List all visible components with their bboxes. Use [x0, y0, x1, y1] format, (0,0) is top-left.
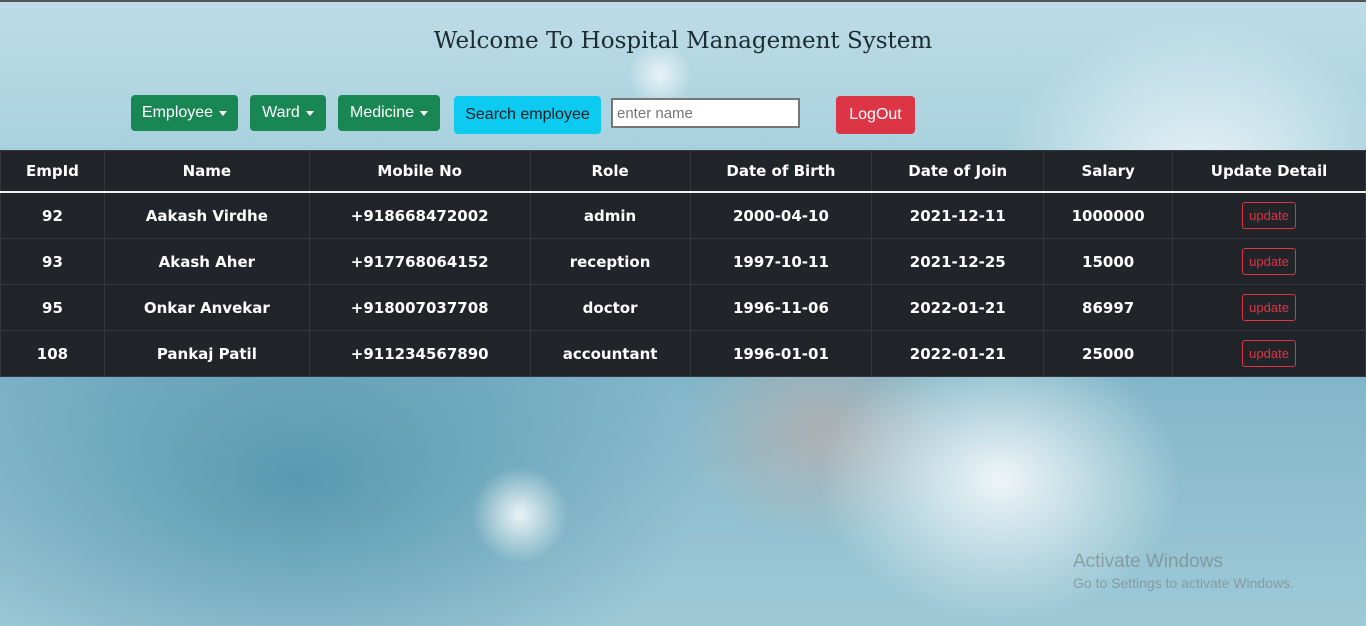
cell-dob: 2000-04-10 — [689, 191, 873, 239]
cell-role: doctor — [529, 284, 691, 331]
table-header-row: EmpId Name Mobile No Role Date of Birth … — [0, 150, 1366, 193]
col-header-empid: EmpId — [0, 150, 105, 193]
cell-doj: 2022-01-21 — [871, 284, 1045, 331]
col-header-role: Role — [529, 150, 691, 193]
cell-update: update — [1172, 191, 1366, 239]
cell-name: Akash Aher — [103, 238, 310, 285]
search-employee-button[interactable]: Search employee — [454, 96, 601, 134]
cell-doj: 2021-12-25 — [871, 238, 1045, 285]
cell-salary: 15000 — [1043, 238, 1174, 285]
update-button[interactable]: update — [1242, 340, 1296, 367]
cell-name: Pankaj Patil — [103, 330, 310, 377]
col-header-name: Name — [103, 150, 310, 193]
caret-down-icon — [219, 110, 228, 116]
cell-dob: 1996-01-01 — [689, 330, 873, 377]
window-top-border — [0, 0, 1366, 2]
medicine-dropdown-label: Medicine — [349, 104, 415, 121]
cell-empid: 93 — [0, 238, 105, 285]
cell-empid: 92 — [0, 191, 105, 239]
col-header-doj: Date of Join — [871, 150, 1045, 193]
col-header-dob: Date of Birth — [689, 150, 873, 193]
update-button[interactable]: update — [1242, 294, 1296, 321]
ward-dropdown-button[interactable]: Ward — [250, 95, 326, 131]
ward-dropdown-label: Ward — [262, 104, 300, 121]
cell-mobile: +917768064152 — [308, 238, 531, 285]
cell-name: Aakash Virdhe — [103, 191, 310, 239]
col-header-mobile: Mobile No — [308, 150, 531, 193]
update-button[interactable]: update — [1242, 248, 1296, 275]
cell-role: admin — [529, 191, 691, 239]
cell-role: reception — [529, 238, 691, 285]
cell-name: Onkar Anvekar — [103, 284, 310, 331]
cell-update: update — [1172, 330, 1366, 377]
caret-down-icon — [305, 110, 314, 116]
watermark-subtitle: Go to Settings to activate Windows. — [1073, 575, 1294, 591]
cell-mobile: +918668472002 — [308, 191, 531, 239]
cell-empid: 95 — [0, 284, 105, 331]
cell-mobile: +918007037708 — [308, 284, 531, 331]
cell-dob: 1996-11-06 — [689, 284, 873, 331]
cell-dob: 1997-10-11 — [689, 238, 873, 285]
cell-empid: 108 — [0, 330, 105, 377]
employee-dropdown-button[interactable]: Employee — [131, 95, 238, 131]
table-row: 108 Pankaj Patil +911234567890 accountan… — [0, 330, 1366, 377]
table-row: 95 Onkar Anvekar +918007037708 doctor 19… — [0, 284, 1366, 331]
cell-doj: 2021-12-11 — [871, 191, 1045, 239]
cell-mobile: +911234567890 — [308, 330, 531, 377]
employee-dropdown-label: Employee — [141, 104, 214, 121]
cell-doj: 2022-01-21 — [871, 330, 1045, 377]
watermark-title: Activate Windows — [1073, 551, 1223, 572]
caret-down-icon — [420, 110, 429, 116]
page-title: Welcome To Hospital Management System — [433, 28, 933, 54]
employee-table: EmpId Name Mobile No Role Date of Birth … — [0, 150, 1366, 377]
cell-salary: 1000000 — [1043, 191, 1174, 239]
cell-salary: 86997 — [1043, 284, 1174, 331]
cell-role: accountant — [529, 330, 691, 377]
table-row: 92 Aakash Virdhe +918668472002 admin 200… — [0, 191, 1366, 239]
col-header-salary: Salary — [1043, 150, 1174, 193]
activate-windows-watermark: Activate Windows Go to Settings to activ… — [1073, 551, 1294, 591]
cell-salary: 25000 — [1043, 330, 1174, 377]
cell-update: update — [1172, 284, 1366, 331]
search-name-input[interactable] — [611, 98, 800, 128]
cell-update: update — [1172, 238, 1366, 285]
logout-button[interactable]: LogOut — [836, 96, 915, 134]
col-header-update: Update Detail — [1172, 150, 1366, 193]
medicine-dropdown-button[interactable]: Medicine — [338, 95, 440, 131]
update-button[interactable]: update — [1242, 202, 1296, 229]
table-row: 93 Akash Aher +917768064152 reception 19… — [0, 238, 1366, 285]
